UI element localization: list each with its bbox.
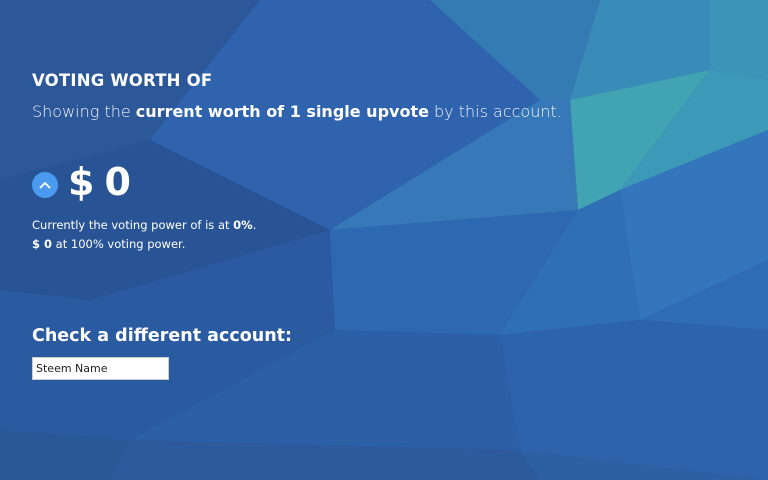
- voting-power-text: Currently the voting power of is at: [32, 218, 234, 232]
- subtitle-text-bold: current worth of 1 single upvote: [135, 102, 429, 121]
- check-account-title: Check a different account:: [32, 326, 293, 346]
- voting-power-line: Currently the voting power of is at 0%.: [32, 218, 256, 232]
- subtitle-text-prefix: Showing the: [32, 102, 136, 121]
- chevron-up-icon: [39, 182, 51, 189]
- main-content: VOTING WORTH OF Showing the current wort…: [0, 0, 768, 480]
- voting-power-percent: 0%: [233, 218, 253, 232]
- page-subtitle: Showing the current worth of 1 single up…: [32, 102, 562, 121]
- upvote-button[interactable]: [32, 172, 58, 198]
- page-title: VOTING WORTH OF: [32, 71, 213, 90]
- steem-name-input[interactable]: [32, 357, 169, 380]
- worth-amount: 0: [104, 160, 131, 204]
- full-power-value: $ 0: [32, 237, 53, 251]
- currency-symbol: $: [68, 160, 95, 204]
- subtitle-text-suffix: by this account.: [428, 102, 562, 121]
- full-power-text: at 100% voting power.: [52, 237, 186, 251]
- full-power-line: $ 0 at 100% voting power.: [32, 237, 185, 251]
- voting-power-period: .: [252, 218, 257, 232]
- vote-worth-value: $0: [68, 160, 131, 204]
